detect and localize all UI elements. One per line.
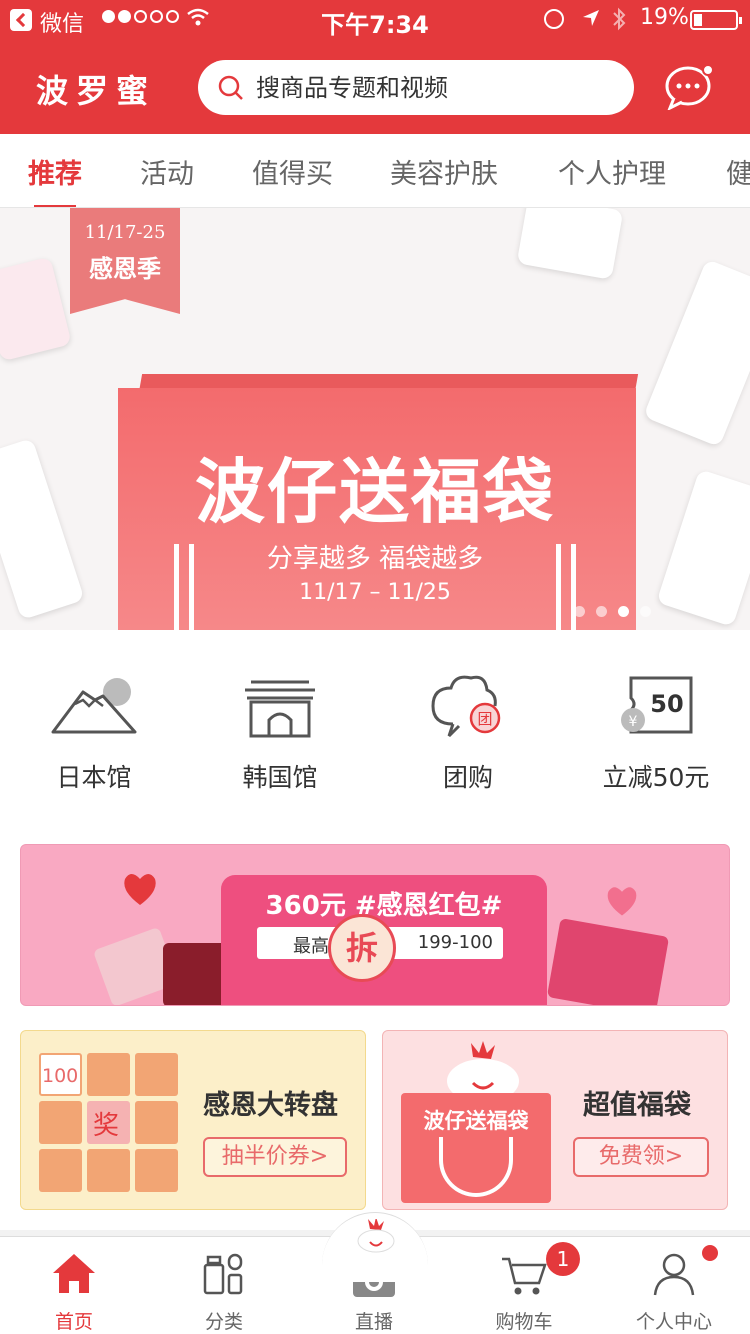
- heart-icon-2: [607, 887, 637, 916]
- lucky-wheel-card[interactable]: 100 奖 感恩大转盘 抽半价券>: [20, 1030, 366, 1210]
- search-input[interactable]: [256, 73, 596, 102]
- bluetooth-icon: [613, 7, 626, 31]
- product-tube-image: [516, 208, 624, 280]
- carousel-dots[interactable]: [574, 606, 651, 617]
- tabbar-label: 直播: [354, 1311, 393, 1333]
- user-icon: [653, 1253, 695, 1296]
- tabbar-label: 个人中心: [635, 1311, 712, 1333]
- korean-palace-icon: [245, 680, 315, 738]
- lucky-bag-title: 超值福袋: [583, 1090, 691, 1121]
- season-tag-name: 感恩季: [89, 255, 161, 283]
- category-label: 日本馆: [56, 763, 132, 792]
- carousel-dot[interactable]: [596, 606, 607, 617]
- prize-grid-image: 100 奖: [39, 1053, 179, 1193]
- banner-date: 11/17 – 11/25: [299, 580, 451, 605]
- svg-text:¥: ¥: [629, 714, 638, 730]
- category-tabs: 推荐 活动 值得买 美容护肤 个人护理 健: [0, 134, 750, 208]
- category-icon: [203, 1253, 243, 1295]
- search-icon: [218, 75, 243, 100]
- cart-badge: 1: [546, 1242, 580, 1276]
- mount-fuji-icon: [51, 678, 137, 734]
- promo-slip-right: 199-100: [417, 932, 493, 953]
- category-coupon[interactable]: 50 ¥ 立减50元: [576, 670, 736, 794]
- lucky-bag-button[interactable]: 免费领>: [573, 1137, 709, 1177]
- open-envelope-button[interactable]: 拆: [328, 914, 396, 982]
- mini-mascot-image: [447, 1041, 519, 1101]
- lucky-bag-card[interactable]: 波仔送福袋 超值福袋 免费领>: [382, 1030, 728, 1210]
- category-group-buy[interactable]: 团 团购: [388, 670, 548, 794]
- product-jar-image: [0, 256, 72, 362]
- status-bar: 微信 下午7:34 19%: [0, 0, 750, 40]
- category-label: 韩国馆: [242, 763, 318, 792]
- profile-red-dot: [702, 1245, 718, 1261]
- cart-icon: [502, 1257, 547, 1295]
- promo-section: 360元 #感恩红包# 最高满 199-100 100 奖 感恩大转盘 抽半价券…: [0, 822, 750, 1230]
- tabbar-profile[interactable]: 个人中心: [614, 1249, 734, 1334]
- product-tube-image-2: [643, 258, 750, 448]
- category-japan[interactable]: 日本馆: [14, 670, 174, 794]
- tabbar-label: 购物车: [495, 1311, 553, 1333]
- tabbar-category[interactable]: 分类: [164, 1249, 284, 1334]
- rotation-lock-icon: [544, 9, 564, 29]
- tab-worth-buying[interactable]: 值得买: [252, 152, 333, 191]
- battery-percent: 19%: [640, 5, 689, 30]
- banner-title: 波仔送福袋: [195, 451, 555, 533]
- tab-personal-care[interactable]: 个人护理: [558, 152, 666, 191]
- lucky-wheel-title: 感恩大转盘: [203, 1090, 338, 1121]
- message-unread-dot: [702, 64, 714, 76]
- category-shortcuts: 日本馆 韩国馆 团 团购 50 ¥ 立减50元: [0, 630, 750, 822]
- mini-gift-bag-image: 波仔送福袋: [401, 1093, 551, 1203]
- tabbar-home[interactable]: 首页: [14, 1249, 134, 1334]
- category-label: 立减50元: [602, 763, 710, 792]
- tab-health[interactable]: 健: [726, 152, 750, 191]
- season-tag-date: 11/17-25: [84, 222, 166, 243]
- prize-cell-center: 奖: [93, 1111, 120, 1141]
- carousel-dot-active[interactable]: [618, 606, 629, 617]
- coupon-50-icon: 50 ¥: [621, 676, 693, 734]
- tab-recommend[interactable]: 推荐: [28, 152, 82, 207]
- category-label: 团购: [442, 763, 493, 792]
- app-logo: 波罗蜜: [36, 72, 157, 110]
- message-button[interactable]: [664, 64, 714, 112]
- mini-bag-text: 波仔送福袋: [423, 1109, 529, 1133]
- coupon-value: 50: [650, 690, 683, 718]
- live-mascot-icon: [357, 1219, 395, 1253]
- hero-banner[interactable]: 11/17-25 感恩季 波仔送福袋 分享越多 福袋越多 11/17 – 11/…: [0, 208, 750, 630]
- status-time: 下午7:34: [321, 11, 429, 39]
- battery-icon: [690, 10, 742, 30]
- tabbar-label: 首页: [54, 1311, 93, 1333]
- carousel-dot[interactable]: [574, 606, 585, 617]
- heart-icon: [124, 874, 156, 905]
- tab-skincare[interactable]: 美容护肤: [390, 152, 498, 191]
- tabbar-label: 分类: [204, 1311, 243, 1333]
- product-pack-image: [546, 918, 670, 1005]
- group-buy-icon: 团: [431, 675, 501, 738]
- carousel-dot[interactable]: [640, 606, 651, 617]
- promo-title: 360元 #感恩红包#: [265, 891, 503, 921]
- season-tag: 11/17-25 感恩季: [70, 208, 180, 314]
- home-icon: [53, 1254, 95, 1293]
- svg-text:团: 团: [477, 710, 492, 728]
- tab-activity[interactable]: 活动: [140, 152, 194, 191]
- lucky-wheel-button[interactable]: 抽半价券>: [203, 1137, 347, 1177]
- banner-subtitle: 分享越多 福袋越多: [266, 544, 484, 574]
- prize-cell-value: 100: [42, 1065, 79, 1087]
- category-korea[interactable]: 韩国馆: [200, 670, 360, 794]
- location-arrow-icon: [583, 10, 599, 26]
- search-box[interactable]: [198, 60, 634, 115]
